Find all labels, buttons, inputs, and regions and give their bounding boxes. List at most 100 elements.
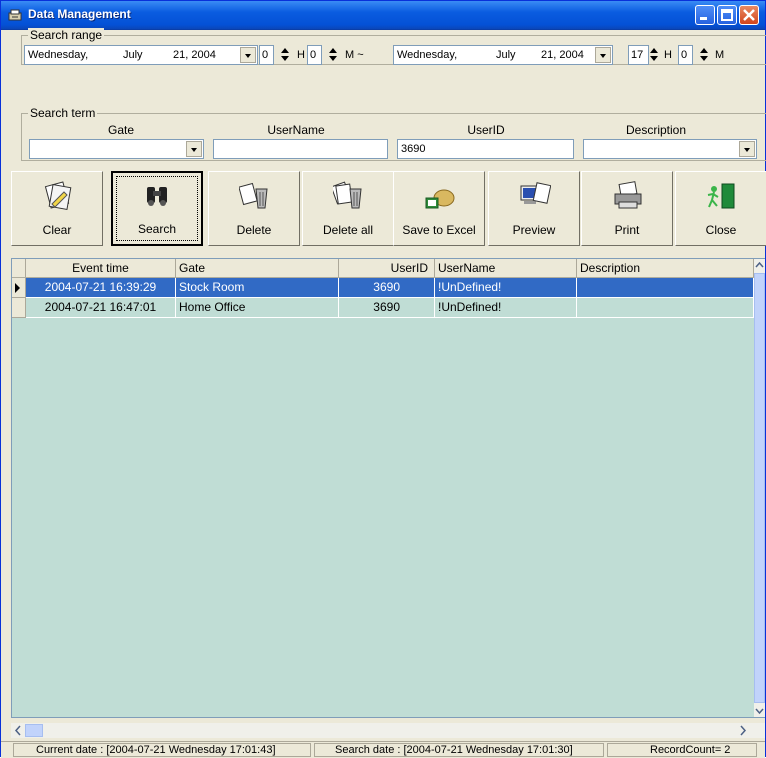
from-weekday: Wednesday, [28,49,89,61]
binoculars-icon [147,187,167,206]
from-minute-value: 0 [310,49,317,61]
from-hour-field[interactable]: 0 [259,45,274,65]
hour-unit-label: H [664,49,672,61]
column-header-description[interactable]: Description [577,259,754,277]
close-button[interactable]: Close [675,171,766,246]
delete-all-button[interactable]: Delete all [302,171,394,246]
from-hour-spinner[interactable] [280,46,291,64]
username-input[interactable] [213,139,388,159]
excel-dog-icon [425,189,455,209]
clear-button[interactable]: Clear [11,171,103,246]
to-hour-field[interactable]: 17 [628,45,649,65]
title-bar[interactable]: Data Management [1,1,765,30]
chevron-down-icon[interactable] [186,141,202,157]
userid-input[interactable]: 3690 [397,139,574,159]
cell-userid: 3690 [339,278,435,298]
search-date-status: Search date : [2004-07-21 Wednesday 17:0… [314,743,604,757]
description-label: Description [625,123,687,137]
grid-header: Event time Gate UserID UserName Descript… [12,259,754,278]
scroll-down-icon[interactable] [754,705,765,717]
record-count-status: RecordCount= 2 [607,743,757,757]
clear-label: Clear [42,223,72,237]
vertical-scroll-thumb[interactable] [754,273,765,703]
window-title: Data Management [28,7,131,21]
horizontal-scrollbar[interactable] [11,723,765,738]
scroll-left-icon[interactable] [11,723,25,738]
column-header-gate[interactable]: Gate [176,259,339,277]
vertical-scrollbar[interactable] [754,259,765,717]
to-month: July [496,49,516,61]
search-range-label: Search range [28,28,105,42]
search-button[interactable]: Search [111,171,203,246]
cell-event-time: 2004-07-21 16:47:01 [26,298,176,318]
cell-username: !UnDefined! [435,298,577,318]
row-indicator [12,298,26,318]
from-date-picker[interactable]: Wednesday, July 21, 2004 [24,45,258,65]
maximize-icon [721,9,733,21]
preview-button[interactable]: Preview [488,171,580,246]
to-weekday: Wednesday, [397,49,458,61]
preview-icon [520,182,551,204]
to-hour-spinner[interactable] [649,46,660,64]
printer-icon [614,181,642,209]
table-row[interactable]: 2004-07-21 16:47:01 Home Office 3690 !Un… [12,298,754,318]
cell-description [577,298,754,318]
chevron-down-icon[interactable] [595,47,611,63]
from-minute-spinner[interactable] [328,46,339,64]
exit-door-icon [707,183,735,209]
to-hour-value: 17 [631,49,644,61]
delete-all-label: Delete all [322,223,374,237]
print-button[interactable]: Print [581,171,673,246]
maximize-button[interactable] [717,5,737,25]
chevron-down-icon[interactable] [739,141,755,157]
horizontal-scroll-thumb[interactable] [25,724,43,737]
table-row[interactable]: 2004-07-21 16:39:29 Stock Room 3690 !UnD… [12,278,754,298]
to-date-picker[interactable]: Wednesday, July 21, 2004 [393,45,613,65]
chevron-down-icon[interactable] [240,47,256,63]
gate-select[interactable] [29,139,204,159]
cell-event-time: 2004-07-21 16:39:29 [26,278,176,298]
header-corner [12,259,26,277]
scroll-up-icon[interactable] [754,259,765,271]
cell-gate: Home Office [176,298,339,318]
column-header-username[interactable]: UserName [435,259,577,277]
from-minute-field[interactable]: 0 [307,45,322,65]
to-minute-spinner[interactable] [699,46,710,64]
cell-gate: Stock Room [176,278,339,298]
cell-username: !UnDefined! [435,278,577,298]
to-minute-field[interactable]: 0 [678,45,693,65]
gate-label: Gate [107,123,134,137]
scroll-right-icon[interactable] [736,723,750,738]
minimize-button[interactable] [695,5,715,25]
range-separator: M ~ [345,49,364,61]
close-icon [743,9,755,21]
minute-unit-label: M [715,49,725,61]
from-hour-value: 0 [262,49,269,61]
search-label: Search [137,222,177,236]
userid-label: UserID [467,123,505,137]
description-select[interactable] [583,139,757,159]
delete-all-icon [333,181,362,209]
print-label: Print [614,223,640,237]
column-header-event-time[interactable]: Event time [26,259,176,277]
data-management-window: Data Management Search range Wednesday, … [0,0,766,758]
preview-label: Preview [512,223,556,237]
clear-icon [44,181,72,210]
toolbar: Clear Search Delete Delete all Save to E… [11,171,766,247]
close-window-button[interactable] [739,5,759,25]
minimize-icon [700,17,707,20]
status-bar: Current date : [2004-07-21 Wednesday 17:… [1,741,765,758]
close-label: Close [705,223,737,237]
records-grid[interactable]: Event time Gate UserID UserName Descript… [11,258,765,718]
cell-description [577,278,754,298]
to-day-year: 21, 2004 [541,49,584,61]
cell-userid: 3690 [339,298,435,318]
search-term-label: Search term [28,106,98,120]
save-to-excel-label: Save to Excel [402,223,476,237]
column-header-userid[interactable]: UserID [339,259,435,277]
from-day-year: 21, 2004 [173,49,216,61]
save-to-excel-button[interactable]: Save to Excel [393,171,485,246]
username-label: UserName [267,123,325,137]
userid-value: 3690 [401,143,426,155]
delete-button[interactable]: Delete [208,171,300,246]
